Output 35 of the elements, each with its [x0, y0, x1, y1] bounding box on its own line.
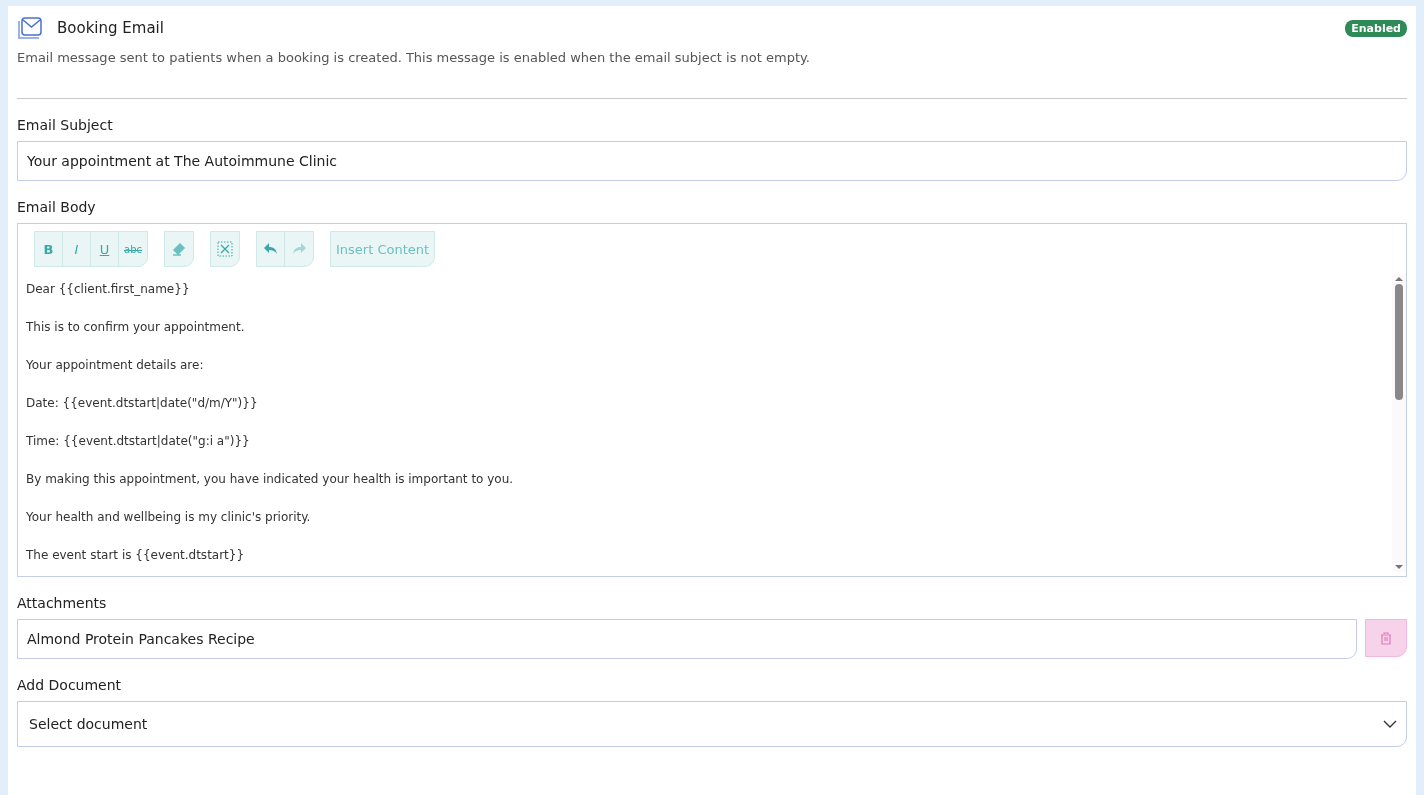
insert-content-button[interactable]: Insert Content	[331, 232, 435, 266]
body-paragraph: Your health and wellbeing is my clinic's priority.	[26, 509, 312, 526]
section-description: Email message sent to patients when a booking is created. This message is enabled when the email subject is not empty.	[17, 50, 811, 65]
body-paragraph: Date: {{event.dtstart|date("d/m/Y")}}	[26, 395, 259, 412]
field-label: Add Document	[17, 677, 123, 693]
field-label: Attachments	[17, 595, 108, 611]
envelope-icon	[17, 16, 43, 40]
redo-icon	[291, 242, 307, 256]
subject-input[interactable]: Your appointment at The Autoimmune Clinic	[17, 141, 1407, 181]
body-paragraph: Your appointment details are:	[26, 357, 205, 374]
attachment-field: Almond Protein Pancakes Recipe	[17, 619, 1357, 659]
strike-button[interactable]: abc	[119, 232, 147, 266]
scroll-up-arrow-icon[interactable]	[1394, 274, 1404, 284]
scroll-down-arrow-icon[interactable]	[1394, 562, 1404, 572]
status-badge: Enabled	[1345, 19, 1407, 37]
delete-button[interactable]	[1365, 619, 1407, 657]
scrollbar[interactable]	[1392, 274, 1406, 572]
document-select[interactable]: Select document	[17, 701, 1407, 747]
body-paragraph: This is to confirm your appointment.	[26, 319, 246, 336]
body-paragraph: Dear {{client.first_name}}	[26, 281, 191, 298]
body-paragraph: Time: {{event.dtstart|date("g:i a")}}	[26, 433, 251, 450]
body-paragraph: By making this appointment, you have indicated your health is important to you.	[26, 471, 515, 488]
italic-button[interactable]: I	[63, 232, 91, 266]
underline-button[interactable]: U	[91, 232, 119, 266]
scrollbar-thumb[interactable]	[1395, 284, 1403, 400]
fullscreen-icon	[217, 241, 233, 257]
field-label: Email Body	[17, 199, 97, 215]
trash-icon	[1380, 631, 1392, 645]
chevron-down-icon	[1383, 720, 1397, 728]
body-paragraph: The event start is {{event.dtstart}}	[26, 547, 246, 564]
field-label: Email Subject	[17, 117, 114, 133]
undo-icon	[262, 242, 279, 256]
eraser-icon	[171, 241, 187, 257]
section-title: Booking Email	[57, 19, 164, 37]
bold-button[interactable]: B	[35, 232, 63, 266]
